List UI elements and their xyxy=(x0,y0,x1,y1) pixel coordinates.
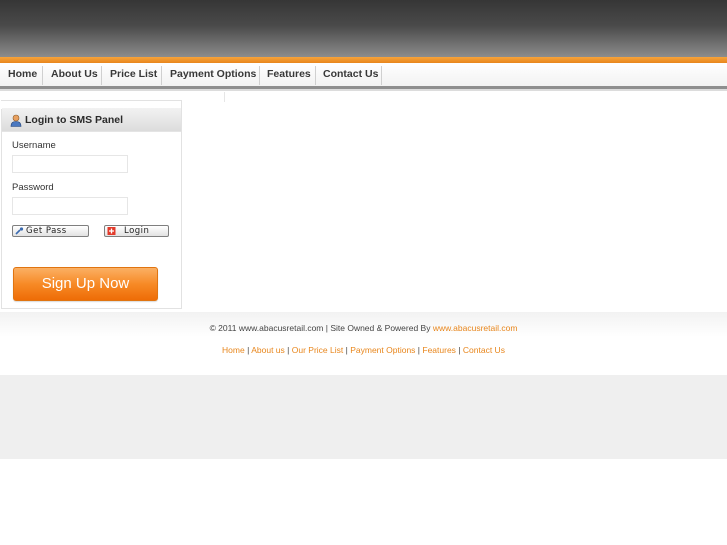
nav-home[interactable]: Home xyxy=(8,63,37,86)
nav-price-list[interactable]: Price List xyxy=(110,63,157,86)
footer-link-home[interactable]: Home xyxy=(222,345,245,355)
footer-band xyxy=(0,312,727,374)
nav-contact-us[interactable]: Contact Us xyxy=(323,63,378,86)
nav-separator xyxy=(161,66,162,85)
footer-separator: | xyxy=(287,345,290,355)
password-input[interactable] xyxy=(12,197,128,215)
nav-separator xyxy=(101,66,102,85)
footer-link-price-list[interactable]: Our Price List xyxy=(292,345,344,355)
login-button[interactable]: Login xyxy=(104,225,169,237)
sign-up-now-button[interactable]: Sign Up Now xyxy=(13,267,158,301)
nav-bottom-shadow xyxy=(0,89,727,91)
copyright-text: © 2011 www.abacusretail.com | Site Owned… xyxy=(0,323,727,333)
footer-link-features[interactable]: Features xyxy=(422,345,456,355)
nav-about-us[interactable]: About Us xyxy=(51,63,98,86)
footer-links: Home | About us | Our Price List | Payme… xyxy=(0,345,727,355)
bottom-band xyxy=(0,375,727,459)
footer-separator: | xyxy=(247,345,250,355)
nav-separator xyxy=(381,66,382,85)
footer-separator: | xyxy=(417,345,421,355)
header-banner xyxy=(0,0,727,57)
copyright-link[interactable]: www.abacusretail.com xyxy=(433,323,518,333)
nav-separator xyxy=(259,66,260,85)
footer-link-contact-us[interactable]: Contact Us xyxy=(463,345,505,355)
login-label: Login xyxy=(124,226,150,236)
username-input[interactable] xyxy=(12,155,128,173)
username-label: Username xyxy=(12,140,56,151)
password-label: Password xyxy=(12,182,54,193)
content-divider xyxy=(224,92,225,102)
login-panel-title: Login to SMS Panel xyxy=(25,114,124,126)
plus-icon xyxy=(107,227,116,235)
get-pass-button[interactable]: Get Pass xyxy=(12,225,89,237)
user-icon xyxy=(10,114,22,127)
footer-separator: | xyxy=(458,345,461,355)
nav-separator xyxy=(315,66,316,85)
get-pass-label: Get Pass xyxy=(26,226,67,236)
footer-link-about-us[interactable]: About us xyxy=(251,345,285,355)
nav-separator xyxy=(42,66,43,85)
nav-features[interactable]: Features xyxy=(267,63,311,86)
copyright-prefix: © 2011 www.abacusretail.com | Site Owned… xyxy=(209,323,431,333)
footer-separator: | xyxy=(345,345,348,355)
footer-link-payment-options[interactable]: Payment Options xyxy=(350,345,415,355)
nav-payment-options[interactable]: Payment Options xyxy=(170,63,256,86)
key-icon xyxy=(15,227,24,235)
